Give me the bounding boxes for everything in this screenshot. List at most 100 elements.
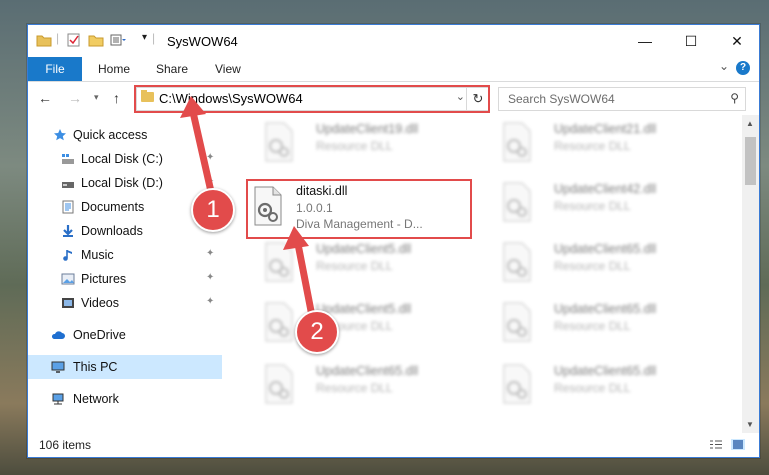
sidebar-item-local-disk-c[interactable]: Local Disk (C:) ✦ xyxy=(28,147,222,171)
pin-icon[interactable]: ✦ xyxy=(206,177,214,187)
quick-access-dropdown[interactable]: ▾ xyxy=(142,32,147,43)
sidebar-item-music[interactable]: Music ✦ xyxy=(28,243,222,267)
sidebar-item-label: Quick access xyxy=(73,128,148,142)
sidebar-item-label: Music xyxy=(81,248,114,262)
title-bar: | ▾ | SysWOW64 — ☐ ✕ xyxy=(28,25,759,57)
sidebar-item-label: Videos xyxy=(81,296,119,310)
new-folder-icon[interactable] xyxy=(88,33,104,47)
file-name: UpdateClient5.dll xyxy=(316,242,412,256)
sidebar-item-network[interactable]: Network xyxy=(28,387,222,411)
file-name: UpdateClient21.dll xyxy=(554,122,657,136)
vertical-scrollbar[interactable]: ▲ ▼ xyxy=(742,115,759,433)
file-description: Diva Management - D... xyxy=(296,217,423,231)
address-dropdown-icon[interactable]: ⌄ xyxy=(456,90,465,103)
file-type: Resource DLL xyxy=(554,381,631,395)
refresh-icon[interactable]: ↻ xyxy=(466,88,489,110)
explorer-window: | ▾ | SysWOW64 — ☐ ✕ File Home Share Vie… xyxy=(27,24,760,458)
dll-file-icon xyxy=(503,364,531,404)
file-item[interactable]: UpdateClient65.dll Resource DLL xyxy=(484,239,704,289)
file-list: UpdateClient19.dll Resource DLL UpdateCl… xyxy=(228,115,738,433)
customize-toolbar-icon[interactable] xyxy=(110,33,126,47)
up-arrow-icon[interactable]: ↑ xyxy=(113,90,120,106)
search-placeholder: Search SysWOW64 xyxy=(508,92,615,106)
search-input[interactable]: Search SysWOW64 ⚲ xyxy=(498,87,746,111)
sidebar-item-this-pc[interactable]: This PC xyxy=(28,355,222,379)
file-name: UpdateClient65.dll xyxy=(554,302,657,316)
pin-icon[interactable]: ✦ xyxy=(206,297,214,307)
file-item[interactable]: UpdateClient65.dll Resource DLL xyxy=(246,361,466,411)
sidebar-item-quick-access[interactable]: Quick access xyxy=(28,123,222,147)
status-bar: 106 items xyxy=(28,433,759,457)
network-icon xyxy=(52,393,64,405)
expand-ribbon-icon[interactable]: ⌄ xyxy=(719,59,729,73)
scroll-down-icon[interactable]: ▼ xyxy=(746,420,754,429)
pin-icon[interactable]: ✦ xyxy=(206,153,214,163)
recent-locations-icon[interactable]: ▾ xyxy=(94,92,99,103)
dll-file-icon xyxy=(265,302,293,342)
sidebar-item-label: Downloads xyxy=(81,224,143,238)
navigation-pane: Quick access Local Disk (C:) ✦ Local Dis… xyxy=(28,117,222,427)
sidebar-item-videos[interactable]: Videos ✦ xyxy=(28,291,222,315)
details-view-icon[interactable] xyxy=(709,439,723,450)
file-item[interactable]: UpdateClient21.dll Resource DLL xyxy=(484,119,704,169)
callout-badge-1: 1 xyxy=(191,188,235,232)
tab-home[interactable]: Home xyxy=(98,57,130,81)
large-icons-view-icon[interactable] xyxy=(731,439,745,450)
pictures-icon xyxy=(61,273,75,285)
sidebar-item-label: Pictures xyxy=(81,272,127,286)
computer-icon xyxy=(51,361,65,373)
dll-file-icon xyxy=(254,186,282,226)
file-item-selected[interactable]: ditaski.dll 1.0.0.1 Diva Management - D.… xyxy=(246,179,472,239)
close-button[interactable]: ✕ xyxy=(714,25,759,57)
file-type: Resource DLL xyxy=(554,139,631,153)
file-item[interactable]: UpdateClient19.dll Resource DLL xyxy=(246,119,466,169)
file-item[interactable]: UpdateClient5.dll Resource DLL xyxy=(246,299,466,349)
dll-file-icon xyxy=(265,242,293,282)
separator: | xyxy=(152,31,156,45)
file-item[interactable]: UpdateClient5.dll Resource DLL xyxy=(246,239,466,289)
search-icon[interactable]: ⚲ xyxy=(730,91,739,105)
folder-icon xyxy=(36,35,52,47)
scroll-up-icon[interactable]: ▲ xyxy=(746,119,754,128)
item-count: 106 items xyxy=(39,438,92,452)
ribbon: File Home Share View ⌄ ? xyxy=(28,57,759,82)
videos-icon xyxy=(62,298,74,308)
back-arrow-icon[interactable]: ← xyxy=(38,90,52,106)
minimize-button[interactable]: — xyxy=(622,25,668,57)
tab-share[interactable]: Share xyxy=(156,57,188,81)
dll-file-icon xyxy=(265,364,293,404)
pin-icon[interactable]: ✦ xyxy=(206,249,214,259)
scroll-thumb[interactable] xyxy=(745,137,756,185)
tab-view[interactable]: View xyxy=(215,57,241,81)
maximize-button[interactable]: ☐ xyxy=(668,25,714,57)
sidebar-item-label: Network xyxy=(73,392,119,406)
sidebar-item-downloads[interactable]: Downloads ✦ xyxy=(28,219,222,243)
forward-arrow-icon[interactable]: → xyxy=(68,90,82,106)
dll-file-icon xyxy=(265,122,293,162)
drive-icon xyxy=(62,154,74,164)
callout-badge-2: 2 xyxy=(295,310,339,354)
properties-icon[interactable] xyxy=(66,33,82,47)
address-bar[interactable]: C:\Windows\SysWOW64 ⌄ ↻ xyxy=(136,87,490,111)
file-item[interactable]: UpdateClient42.dll Resource DLL xyxy=(484,179,704,229)
navigation-bar: ← → ▾ ↑ C:\Windows\SysWOW64 ⌄ ↻ Search S… xyxy=(28,81,759,115)
file-type: Resource DLL xyxy=(316,139,393,153)
download-icon xyxy=(63,225,73,237)
sidebar-item-label: OneDrive xyxy=(73,328,126,342)
music-note-icon xyxy=(63,250,72,261)
address-path[interactable]: C:\Windows\SysWOW64 xyxy=(159,91,303,106)
sidebar-item-label: Documents xyxy=(81,200,145,214)
tab-file[interactable]: File xyxy=(28,57,82,81)
sidebar-item-local-disk-d[interactable]: Local Disk (D:) ✦ xyxy=(28,171,222,195)
sidebar-item-onedrive[interactable]: OneDrive xyxy=(28,323,222,347)
file-name: UpdateClient65.dll xyxy=(316,364,419,378)
file-name: UpdateClient19.dll xyxy=(316,122,419,136)
sidebar-item-pictures[interactable]: Pictures ✦ xyxy=(28,267,222,291)
file-item[interactable]: UpdateClient65.dll Resource DLL xyxy=(484,299,704,349)
file-type: Resource DLL xyxy=(554,319,631,333)
help-icon[interactable]: ? xyxy=(736,61,750,75)
file-item[interactable]: UpdateClient65.dll Resource DLL xyxy=(484,361,704,411)
star-icon xyxy=(54,129,66,141)
pin-icon[interactable]: ✦ xyxy=(206,273,214,283)
file-type: Resource DLL xyxy=(554,259,631,273)
